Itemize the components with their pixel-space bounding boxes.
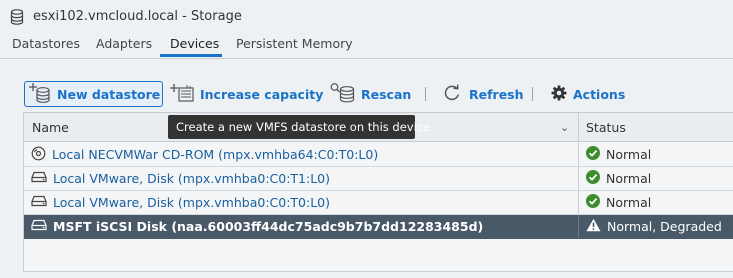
new-datastore-button[interactable]: New datastore (24, 81, 163, 107)
device-name-cell: MSFT iSCSI Disk (naa.60003ff44dc75adc9b7… (24, 215, 578, 238)
window-titlebar: esxi102.vmcloud.local - Storage (0, 0, 733, 34)
device-name-cell: Local VMware, Disk (mpx.vmhba0:C0:T1:L0) (24, 167, 578, 190)
refresh-icon (443, 84, 461, 105)
table-row[interactable]: MSFT iSCSI Disk (naa.60003ff44dc75adc9b7… (24, 215, 733, 239)
toolbar-separator (532, 87, 533, 101)
check-circle-icon (586, 170, 600, 187)
status-cell: Normal (586, 191, 651, 214)
device-name-cell: Local NECVMWar CD-ROM (mpx.vmhba64:C0:T0… (24, 143, 578, 166)
disk-icon (31, 195, 47, 210)
cell-divider (578, 167, 579, 190)
refresh-button[interactable]: Refresh (443, 81, 524, 107)
rescan-button[interactable]: Rescan (330, 81, 411, 107)
tab-datastores[interactable]: Datastores (12, 36, 80, 52)
status-cell: Normal (586, 167, 651, 190)
tab-persistent-memory[interactable]: Persistent Memory (236, 36, 353, 52)
window-title: esxi102.vmcloud.local - Storage (33, 9, 242, 24)
column-header-name[interactable]: Name (32, 120, 69, 135)
new-datastore-icon (28, 82, 52, 107)
disk-icon (31, 171, 47, 186)
tab-adapters[interactable]: Adapters (96, 36, 152, 52)
increase-capacity-icon (170, 83, 196, 106)
status-cell: Normal (586, 143, 651, 166)
status-text: Normal, Degraded (607, 219, 722, 234)
status-cell: Normal, Degraded (586, 215, 722, 238)
table-row[interactable]: Local VMware, Disk (mpx.vmhba0:C0:T1:L0)… (24, 167, 733, 191)
table-row[interactable]: Local NECVMWar CD-ROM (mpx.vmhba64:C0:T0… (24, 143, 733, 167)
disk-icon (31, 219, 47, 234)
refresh-label: Refresh (469, 86, 524, 102)
actions-label: Actions (573, 86, 626, 102)
active-tab-indicator (160, 54, 222, 57)
chevron-down-icon[interactable]: ⌄ (560, 121, 569, 134)
device-name[interactable]: Local VMware, Disk (mpx.vmhba0:C0:T1:L0) (53, 171, 330, 186)
database-icon (10, 9, 24, 25)
check-circle-icon (586, 194, 600, 211)
device-name[interactable]: Local NECVMWar CD-ROM (mpx.vmhba64:C0:T0… (52, 147, 378, 162)
table-row[interactable]: Local VMware, Disk (mpx.vmhba0:C0:T0:L0)… (24, 191, 733, 215)
column-header-status[interactable]: Status (586, 120, 626, 135)
tab-devices[interactable]: Devices (170, 36, 219, 52)
gear-icon (551, 85, 567, 104)
cell-divider (578, 143, 579, 166)
device-name[interactable]: Local VMware, Disk (mpx.vmhba0:C0:T0:L0) (53, 195, 330, 210)
warning-icon (586, 218, 601, 235)
check-circle-icon (586, 146, 600, 163)
status-text: Normal (606, 171, 652, 186)
rescan-icon (330, 82, 356, 107)
tab-bar: Datastores Adapters Devices Persistent M… (0, 34, 733, 58)
cdrom-icon (31, 146, 46, 164)
new-datastore-tooltip: Create a new VMFS datastore on this devi… (168, 115, 430, 139)
devices-toolbar: New datastore Increase capacity Rescan R… (24, 81, 733, 107)
status-text: Normal (606, 195, 652, 210)
rescan-label: Rescan (361, 86, 412, 102)
column-divider[interactable] (578, 113, 579, 142)
status-text: Normal (606, 147, 652, 162)
cell-divider (578, 215, 579, 238)
actions-button[interactable]: Actions (551, 81, 625, 107)
increase-capacity-button[interactable]: Increase capacity (170, 81, 323, 107)
cell-divider (578, 191, 579, 214)
device-name-cell: Local VMware, Disk (mpx.vmhba0:C0:T0:L0) (24, 191, 578, 214)
device-name[interactable]: MSFT iSCSI Disk (naa.60003ff44dc75adc9b7… (53, 219, 483, 234)
new-datastore-label: New datastore (57, 86, 161, 102)
toolbar-separator (425, 87, 426, 101)
increase-capacity-label: Increase capacity (200, 86, 324, 102)
